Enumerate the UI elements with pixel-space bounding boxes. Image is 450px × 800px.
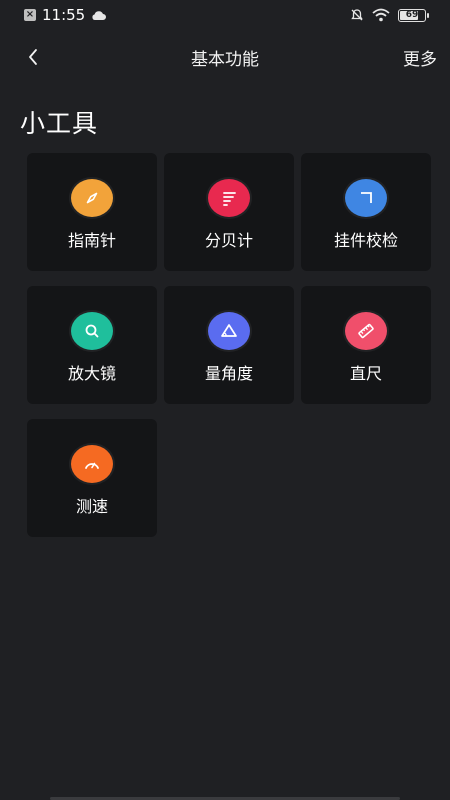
tool-icon-bg bbox=[71, 179, 113, 217]
status-left: × 11:55 bbox=[24, 6, 107, 24]
level-corner-icon bbox=[361, 192, 372, 203]
tool-icon-bg bbox=[208, 179, 250, 217]
wifi-icon bbox=[372, 8, 390, 22]
tool-protractor[interactable]: 量角度 bbox=[164, 286, 294, 404]
tool-ruler[interactable]: 直尺 bbox=[301, 286, 431, 404]
chevron-left-icon bbox=[29, 49, 37, 65]
bell-muted-icon bbox=[351, 9, 363, 21]
battery-icon: 69 bbox=[398, 8, 429, 22]
tool-level-check[interactable]: 挂件校检 bbox=[301, 153, 431, 271]
magnifier-icon bbox=[85, 324, 99, 338]
tool-label: 量角度 bbox=[204, 364, 253, 383]
tool-label: 放大镜 bbox=[67, 364, 116, 383]
nav-bar: 基本功能 更多 bbox=[0, 34, 450, 80]
decibel-icon bbox=[223, 192, 236, 206]
section-title: 小工具 bbox=[20, 109, 99, 138]
tool-speedometer[interactable]: 测速 bbox=[27, 419, 157, 537]
tool-label: 直尺 bbox=[349, 364, 382, 383]
tool-icon-bg bbox=[71, 445, 113, 483]
tool-magnifier[interactable]: 放大镜 bbox=[27, 286, 157, 404]
tools-grid: 指南针 分贝计 挂件校检 放大镜 量角度 直尺 测速 bbox=[27, 153, 431, 537]
tool-icon-bg bbox=[345, 179, 387, 217]
tool-compass[interactable]: 指南针 bbox=[27, 153, 157, 271]
tool-label: 挂件校检 bbox=[333, 231, 398, 250]
ruler-icon bbox=[358, 323, 374, 339]
speedometer-icon bbox=[85, 462, 99, 469]
tool-icon-bg bbox=[71, 312, 113, 350]
cloud-icon bbox=[92, 11, 107, 20]
page-title: 基本功能 bbox=[191, 49, 259, 70]
tool-label: 分贝计 bbox=[204, 231, 253, 250]
tool-icon-bg bbox=[345, 312, 387, 350]
compass-icon bbox=[86, 192, 98, 204]
more-button[interactable]: 更多 bbox=[403, 45, 437, 70]
protractor-icon bbox=[221, 324, 237, 337]
notification-x-icon: × bbox=[24, 9, 36, 21]
tool-icon-bg bbox=[208, 312, 250, 350]
back-button[interactable] bbox=[18, 42, 48, 72]
status-bar: × 11:55 69 bbox=[0, 0, 450, 30]
status-right: 69 bbox=[350, 8, 429, 22]
status-time: 11:55 bbox=[42, 6, 86, 24]
tool-label: 测速 bbox=[75, 497, 108, 516]
battery-text: 69 bbox=[405, 10, 419, 20]
tool-decibel[interactable]: 分贝计 bbox=[164, 153, 294, 271]
tool-label: 指南针 bbox=[67, 231, 116, 250]
